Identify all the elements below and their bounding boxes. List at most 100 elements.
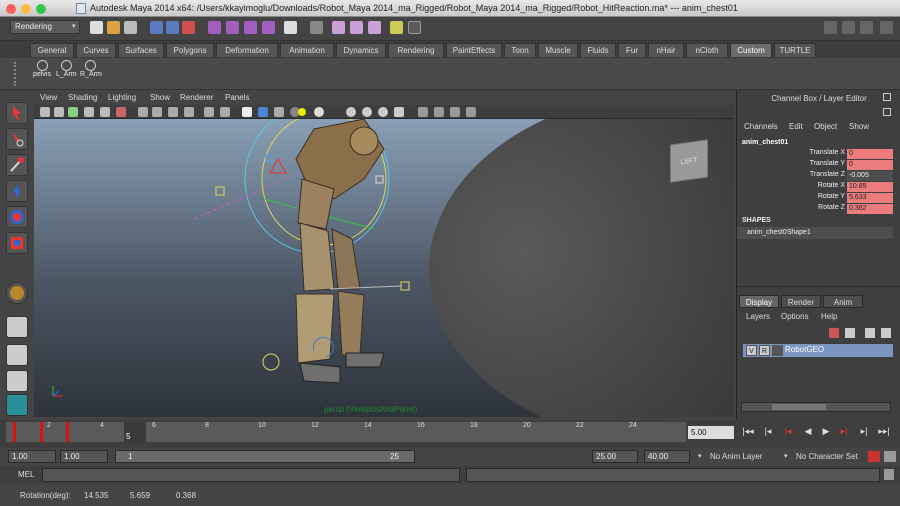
attribute-row[interactable]: Translate Z -0.005 xyxy=(737,171,893,182)
layers-menu[interactable]: Layers xyxy=(746,312,770,321)
shelf-tab-curves[interactable]: Curves xyxy=(76,43,116,57)
scale-tool-icon[interactable] xyxy=(6,232,28,254)
layout-persp-graph-icon[interactable] xyxy=(6,370,28,392)
select-camera-icon[interactable] xyxy=(40,107,50,117)
playback-end-field[interactable]: 25.00 xyxy=(592,450,638,463)
show-manipulator-tool-icon[interactable] xyxy=(6,282,28,304)
character-set-select[interactable]: No Character Set xyxy=(796,452,858,461)
robot-right-foot[interactable] xyxy=(345,352,385,368)
resolution-gate-icon[interactable] xyxy=(418,107,428,117)
shelf-tab-animation[interactable]: Animation xyxy=(280,43,334,57)
shelf-tab-turtle[interactable]: TURTLE xyxy=(774,43,816,57)
input-line-icon[interactable] xyxy=(408,21,421,34)
show-channel-box-icon[interactable] xyxy=(860,21,873,34)
render-settings-icon[interactable] xyxy=(368,21,381,34)
save-scene-icon[interactable] xyxy=(124,21,137,34)
play-backwards-button[interactable]: ◀ xyxy=(800,426,816,437)
robot-right-thigh[interactable] xyxy=(331,228,361,290)
viewport-menu-renderer[interactable]: Renderer xyxy=(180,93,213,102)
layer-reference-toggle[interactable]: R xyxy=(759,345,770,356)
panel-divider[interactable] xyxy=(737,286,900,290)
attribute-row[interactable]: Rotate Y 5.633 xyxy=(737,193,893,204)
shelf-tab-rendering[interactable]: Rendering xyxy=(388,43,444,57)
step-back-key-button[interactable]: |◂ xyxy=(780,426,796,437)
viewport-menu-lighting[interactable]: Lighting xyxy=(108,93,136,102)
channel-box-menu-object[interactable]: Object xyxy=(814,122,837,131)
new-scene-icon[interactable] xyxy=(90,21,103,34)
attribute-row[interactable]: Translate Y0 xyxy=(737,160,893,171)
xray-icon[interactable] xyxy=(204,107,214,117)
auto-key-icon[interactable] xyxy=(868,451,880,462)
view-cube[interactable]: LEFT xyxy=(670,139,708,183)
isolate-select-icon[interactable] xyxy=(220,107,230,117)
shelf-tab-surfaces[interactable]: Surfaces xyxy=(118,43,164,57)
safe-action-icon[interactable] xyxy=(466,107,476,117)
shelf-menu-icon[interactable] xyxy=(14,62,22,86)
channel-box-menu-channels[interactable]: Channels xyxy=(744,122,778,131)
shelf-tab-painteffects[interactable]: PaintEffects xyxy=(446,43,502,57)
playback-start-field[interactable]: 1.00 xyxy=(60,450,108,463)
foot-control-left[interactable] xyxy=(262,353,280,371)
attribute-row[interactable]: Rotate Z 0.362 xyxy=(737,204,893,215)
ambient-occlusion-icon[interactable] xyxy=(314,107,324,117)
layer-row[interactable]: V R RobotGEO xyxy=(743,344,893,357)
bookmarks-icon[interactable] xyxy=(68,107,78,117)
shelf-button-l-arm[interactable]: L_Arm xyxy=(56,60,77,88)
step-forward-key-button[interactable]: ▸| xyxy=(836,426,852,437)
minimize-window-button[interactable] xyxy=(21,4,31,14)
history-icon[interactable] xyxy=(310,21,323,34)
range-slider-bar[interactable]: 1 25 xyxy=(115,450,415,463)
snap-point-icon[interactable] xyxy=(244,21,257,34)
paint-select-tool-icon[interactable] xyxy=(6,154,28,176)
keyframe-marker[interactable] xyxy=(13,422,16,442)
attribute-row[interactable]: Translate X0 xyxy=(737,149,893,160)
control-box-chest[interactable] xyxy=(375,175,384,184)
snap-grid-icon[interactable] xyxy=(208,21,221,34)
shelf-tab-toon[interactable]: Toon xyxy=(504,43,536,57)
layer-color-swatch[interactable] xyxy=(772,345,783,356)
ipr-render-icon[interactable] xyxy=(350,21,363,34)
snap-curve-icon[interactable] xyxy=(226,21,239,34)
keyframe-marker[interactable] xyxy=(66,422,69,442)
options-menu[interactable]: Options xyxy=(781,312,809,321)
field-chart-icon[interactable] xyxy=(450,107,460,117)
command-language-label[interactable]: MEL xyxy=(18,470,34,479)
new-layer-from-selection-icon[interactable] xyxy=(845,328,855,338)
scrollbar-thumb[interactable] xyxy=(772,404,826,410)
control-box-shoulder[interactable] xyxy=(265,154,273,162)
layer-editor-scrollbar[interactable] xyxy=(741,402,891,412)
current-frame-field[interactable]: 5.00 xyxy=(688,426,734,439)
layout-four-pane-icon[interactable] xyxy=(6,344,28,366)
current-time-indicator[interactable]: 5 xyxy=(124,422,146,442)
antialias-icon[interactable] xyxy=(378,107,388,117)
play-forwards-button[interactable]: ▶ xyxy=(818,426,834,437)
shelf-tab-muscle[interactable]: Muscle xyxy=(538,43,578,57)
screen-space-ao-icon[interactable] xyxy=(274,107,284,117)
step-forward-frame-button[interactable]: ▸| xyxy=(856,426,872,437)
rotate-tool-icon[interactable] xyxy=(6,206,28,228)
hypershade-icon[interactable] xyxy=(390,21,403,34)
robot-left-shin[interactable] xyxy=(295,293,335,364)
new-layer-icon[interactable] xyxy=(829,328,839,338)
show-attribute-editor-icon[interactable] xyxy=(824,21,837,34)
shadows-icon[interactable] xyxy=(258,107,268,117)
robot-right-shin[interactable] xyxy=(337,290,365,356)
camera-attributes-icon[interactable] xyxy=(54,107,64,117)
channel-box-menu-show[interactable]: Show xyxy=(849,122,869,131)
anim-layer-select[interactable]: No Anim Layer xyxy=(710,452,762,461)
viewport-menu-panels[interactable]: Panels xyxy=(225,93,249,102)
shelf-tab-ncloth[interactable]: nCloth xyxy=(686,43,728,57)
command-input[interactable] xyxy=(42,468,460,482)
robot-left-foot[interactable] xyxy=(299,362,341,384)
perspective-viewport[interactable]: LEFT persp (ViewportAndPanel) xyxy=(34,119,734,417)
tab-display[interactable]: Display xyxy=(739,295,779,308)
keyframe-marker[interactable] xyxy=(40,422,43,442)
channel-box-menu-edit[interactable]: Edit xyxy=(789,122,803,131)
lasso-tool-icon[interactable] xyxy=(6,128,28,150)
shelf-button-r-arm[interactable]: R_Arm xyxy=(80,60,102,88)
depth-of-field-icon[interactable] xyxy=(362,107,372,117)
step-back-frame-button[interactable]: |◂ xyxy=(760,426,776,437)
shelf-tab-fur[interactable]: Fur xyxy=(618,43,646,57)
attribute-row[interactable]: Rotate X 10.85 xyxy=(737,182,893,193)
move-layer-up-icon[interactable] xyxy=(865,328,875,338)
